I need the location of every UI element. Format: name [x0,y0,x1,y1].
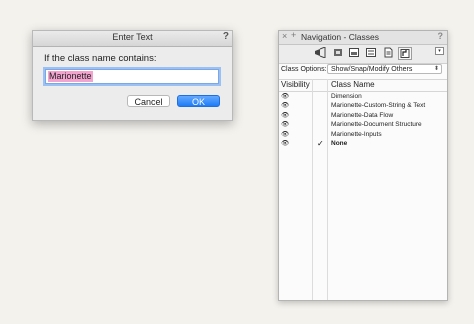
updown-arrow-icon: ⬍ [433,66,439,72]
class-name: Dimension [331,93,362,100]
palette-title: Navigation - Classes [301,32,379,42]
enter-text-dialog: Enter Text ? If the class name contains:… [32,30,233,121]
class-name-column-header[interactable]: Class Name [331,80,375,89]
megaphone-icon[interactable] [313,46,327,60]
class-name-input[interactable]: Marionette [45,69,219,84]
palette-titlebar[interactable]: × + Navigation - Classes ? [279,30,447,45]
class-name: Marionette-Data Flow [331,111,394,119]
cancel-button[interactable]: Cancel [127,95,170,107]
dialog-prompt: If the class name contains: [44,53,157,64]
design-layer-icon[interactable] [331,47,345,60]
class-row[interactable]: 👁 Dimension [279,92,447,101]
class-name: Marionette-Custom-String & Text [331,102,426,110]
dialog-titlebar[interactable]: Enter Text ? [33,31,232,47]
sheet-layer-icon[interactable] [347,47,361,60]
class-icon[interactable] [364,47,378,60]
class-name: None [331,140,348,147]
viewport-icon[interactable] [381,47,395,60]
class-row[interactable]: 👁 Marionette-Inputs [279,130,447,139]
palette-menu-button[interactable]: ▾ [435,47,444,55]
class-options-label: Class Options: [281,66,327,73]
dialog-title: Enter Text [112,32,153,42]
class-options-value: Show/Snap/Modify Others [331,66,413,73]
class-row[interactable]: 👁 ✓ None [279,139,447,148]
class-row[interactable]: 👁 Marionette-Data Flow [279,111,447,120]
active-class-checkmark-icon: ✓ [317,139,324,148]
visibility-eye-icon[interactable]: 👁 [281,139,289,148]
visibility-eye-icon[interactable]: 👁 [281,101,289,110]
class-row[interactable]: 👁 Marionette-Custom-String & Text [279,101,447,110]
visibility-eye-icon[interactable]: 👁 [281,111,289,120]
help-icon[interactable]: ? [223,31,229,42]
class-row[interactable]: 👁 Marionette-Document Structure [279,120,447,129]
palette-toolbar: ▾ [279,45,447,64]
visibility-column-header[interactable]: Visibility [281,80,310,89]
visibility-eye-icon[interactable]: 👁 [281,130,289,139]
close-icon[interactable]: × [282,31,287,41]
visibility-eye-icon[interactable]: 👁 [281,92,289,101]
navigation-classes-palette: × + Navigation - Classes ? ▾ Class Optio… [278,30,448,301]
class-name: Marionette-Inputs [331,130,382,138]
ok-button[interactable]: OK [177,95,220,107]
saved-view-icon[interactable] [398,47,412,60]
help-icon[interactable]: ? [438,31,444,41]
collapse-icon[interactable]: + [291,30,296,40]
class-list-header: Visibility Class Name [279,79,447,92]
class-name-input-value: Marionette [48,71,93,82]
visibility-eye-icon[interactable]: 👁 [281,120,289,129]
class-options-select[interactable]: Show/Snap/Modify Others ⬍ [327,64,442,74]
class-name: Marionette-Document Structure [331,121,422,129]
